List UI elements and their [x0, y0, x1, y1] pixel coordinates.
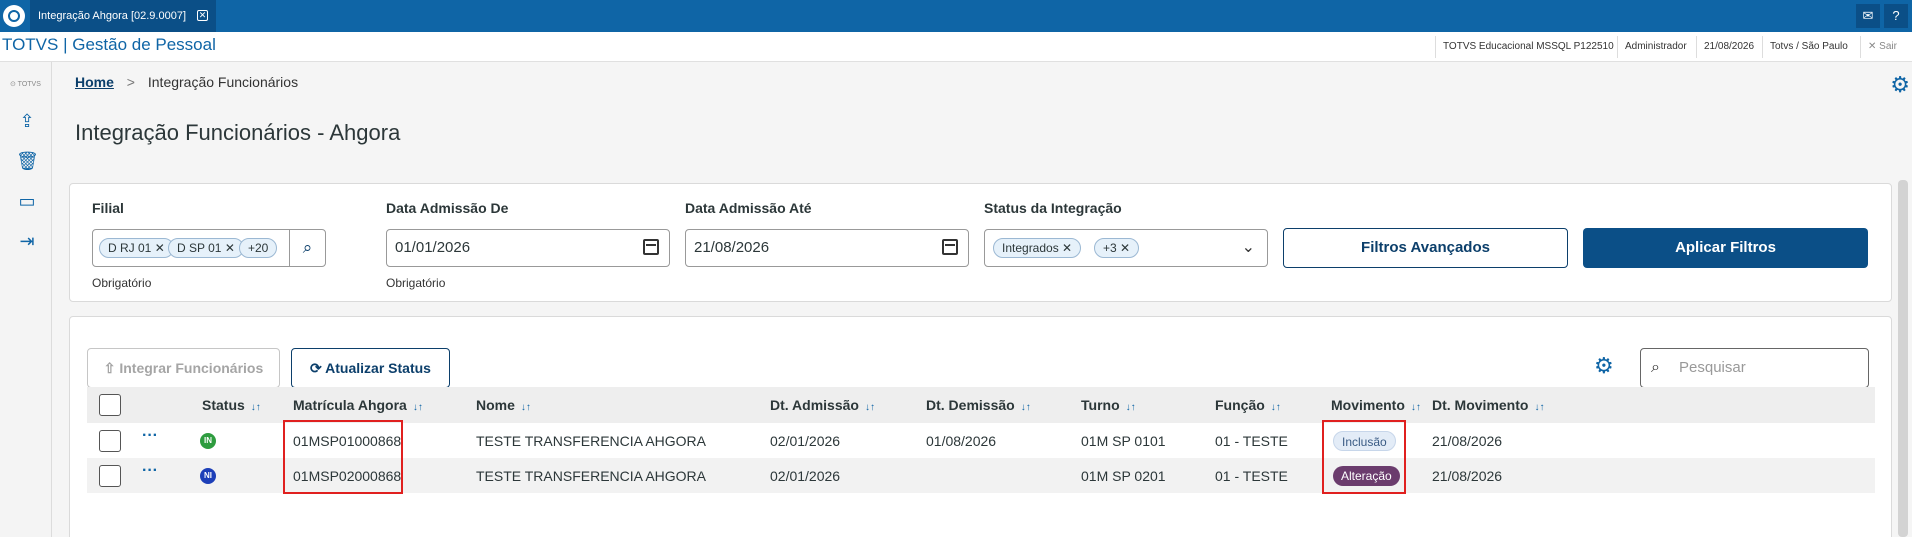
- search-icon: ⌕: [1651, 359, 1660, 376]
- tag-icon[interactable]: ▭: [16, 190, 38, 212]
- help-icon[interactable]: ?: [1884, 4, 1908, 28]
- col-status[interactable]: Status ↓↑: [202, 397, 261, 413]
- data-ate-input[interactable]: 21/08/2026: [685, 229, 969, 267]
- trash-icon[interactable]: 🗑: [16, 150, 39, 172]
- status-icon: NI: [200, 468, 216, 484]
- user-info: Administrador: [1617, 36, 1694, 58]
- filial-help: Obrigatório: [92, 276, 152, 290]
- status-integracao-select[interactable]: Integrados ✕ +3 ✕ ⌄: [984, 229, 1268, 267]
- data-de-help: Obrigatório: [386, 276, 446, 290]
- cell-nome: TESTE TRANSFERENCIA AHGORA: [476, 468, 707, 484]
- filial-tag-more[interactable]: +20: [239, 238, 278, 258]
- date-info: 21/08/2026: [1696, 36, 1761, 58]
- breadcrumb-separator: >: [126, 74, 135, 90]
- filial-tag[interactable]: D RJ 01 ✕: [99, 238, 174, 258]
- cell-nome: TESTE TRANSFERENCIA AHGORA: [476, 433, 707, 449]
- cell-turno: 01M SP 0201: [1081, 468, 1166, 484]
- col-dt-demissao[interactable]: Dt. Demissão ↓↑: [926, 397, 1031, 413]
- settings-gear-icon[interactable]: ⚙: [1890, 72, 1910, 98]
- table-settings-gear-icon[interactable]: ⚙: [1594, 353, 1614, 379]
- cell-dt-movimento: 21/08/2026: [1432, 433, 1503, 449]
- data-ate-label: Data Admissão Até: [685, 200, 812, 216]
- search-icon[interactable]: ⌕: [289, 230, 325, 266]
- col-dt-movimento[interactable]: Dt. Movimento ↓↑: [1432, 397, 1544, 413]
- status-integracao-label: Status da Integração: [984, 200, 1122, 216]
- more-actions-icon[interactable]: ···: [142, 462, 158, 480]
- totvs-logo-icon[interactable]: [3, 5, 25, 27]
- col-matricula[interactable]: Matrícula Ahgora ↓↑: [293, 397, 423, 413]
- atualizar-status-button[interactable]: ⟳ Atualizar Status: [291, 348, 450, 388]
- search-input[interactable]: ⌕ Pesquisar: [1640, 348, 1869, 388]
- main-content: Home > Integração Funcionários Integraçã…: [52, 62, 1912, 537]
- cell-funcao: 01 - TESTE: [1215, 433, 1288, 449]
- sidebar-brand: ⊙ TOTVS: [10, 81, 41, 88]
- cell-funcao: 01 - TESTE: [1215, 468, 1288, 484]
- filial-tag[interactable]: D SP 01 ✕: [168, 238, 244, 258]
- filial-multiselect[interactable]: D RJ 01 ✕ D SP 01 ✕ +20 ⌕: [92, 229, 326, 267]
- sidebar: ⊙ TOTVS ⇪ 🗑 ▭ ⇥: [0, 62, 52, 537]
- breadcrumb-home[interactable]: Home: [75, 74, 114, 90]
- upload-icon[interactable]: ⇪: [16, 110, 38, 132]
- logout-icon[interactable]: ⇥: [16, 230, 38, 252]
- cell-dt-admissao: 02/01/2026: [770, 468, 841, 484]
- highlight-box-movimento: [1322, 420, 1406, 494]
- mail-icon[interactable]: ✉: [1856, 4, 1880, 28]
- apply-filters-button[interactable]: Aplicar Filtros: [1583, 228, 1868, 268]
- table-header: Status ↓↑ Matrícula Ahgora ↓↑ Nome ↓↑ Dt. A…: [87, 387, 1875, 423]
- environment-info: TOTVS Educacional MSSQL P122510: [1435, 36, 1621, 58]
- close-tab-icon[interactable]: ✕: [197, 10, 208, 21]
- cell-dt-movimento: 21/08/2026: [1432, 468, 1503, 484]
- breadcrumb-current: Integração Funcionários: [147, 74, 299, 90]
- header-bar: TOTVS | Gestão de Pessoal TOTVS Educacio…: [0, 32, 1912, 62]
- cell-turno: 01M SP 0101: [1081, 433, 1166, 449]
- filter-panel: Filial D RJ 01 ✕ D SP 01 ✕ +20 ⌕ Obrigat…: [69, 183, 1892, 302]
- status-tag[interactable]: Integrados ✕: [993, 238, 1082, 258]
- exit-button[interactable]: ✕ Sair: [1860, 36, 1904, 58]
- data-de-input[interactable]: 01/01/2026: [386, 229, 670, 267]
- page-scrollbar[interactable]: [1898, 180, 1908, 537]
- data-de-value: 01/01/2026: [395, 239, 471, 256]
- highlight-box-matricula: [283, 420, 403, 494]
- col-turno[interactable]: Turno ↓↑: [1081, 397, 1136, 413]
- status-icon: IN: [200, 433, 216, 449]
- page-title: Integração Funcionários - Ahgora: [75, 120, 401, 145]
- more-actions-icon[interactable]: ···: [142, 427, 158, 445]
- product-brand: TOTVS | Gestão de Pessoal: [2, 35, 216, 54]
- select-all-checkbox[interactable]: [99, 394, 121, 416]
- chevron-down-icon[interactable]: ⌄: [1242, 230, 1255, 266]
- status-tag[interactable]: +3 ✕: [1094, 238, 1140, 258]
- integrar-funcionarios-button[interactable]: ⇧ Integrar Funcionários: [87, 348, 280, 388]
- row-checkbox[interactable]: [99, 430, 121, 452]
- top-bar: Integração Ahgora [02.9.0007] ✕ ✉ ?: [0, 0, 1912, 32]
- filial-label: Filial: [92, 200, 124, 216]
- calendar-icon[interactable]: [643, 239, 659, 255]
- table-panel: ⇧ Integrar Funcionários ⟳ Atualizar Stat…: [69, 316, 1892, 537]
- col-funcao[interactable]: Função ↓↑: [1215, 397, 1281, 413]
- data-de-label: Data Admissão De: [386, 200, 509, 216]
- data-ate-value: 21/08/2026: [694, 239, 770, 256]
- breadcrumb: Home > Integração Funcionários: [75, 74, 298, 90]
- col-dt-admissao[interactable]: Dt. Admissão ↓↑: [770, 397, 875, 413]
- search-placeholder: Pesquisar: [1679, 359, 1746, 376]
- advanced-filters-button[interactable]: Filtros Avançados: [1283, 228, 1568, 268]
- cell-dt-admissao: 02/01/2026: [770, 433, 841, 449]
- col-movimento[interactable]: Movimento ↓↑: [1331, 397, 1421, 413]
- cell-dt-demissao: 01/08/2026: [926, 433, 997, 449]
- app-tab[interactable]: Integração Ahgora [02.9.0007] ✕: [30, 0, 216, 32]
- row-checkbox[interactable]: [99, 465, 121, 487]
- app-tab-title: Integração Ahgora [02.9.0007]: [38, 10, 187, 22]
- exit-label: Sair: [1879, 41, 1897, 52]
- timezone-info: Totvs / São Paulo: [1762, 36, 1855, 58]
- col-nome[interactable]: Nome ↓↑: [476, 397, 531, 413]
- calendar-icon[interactable]: [942, 239, 958, 255]
